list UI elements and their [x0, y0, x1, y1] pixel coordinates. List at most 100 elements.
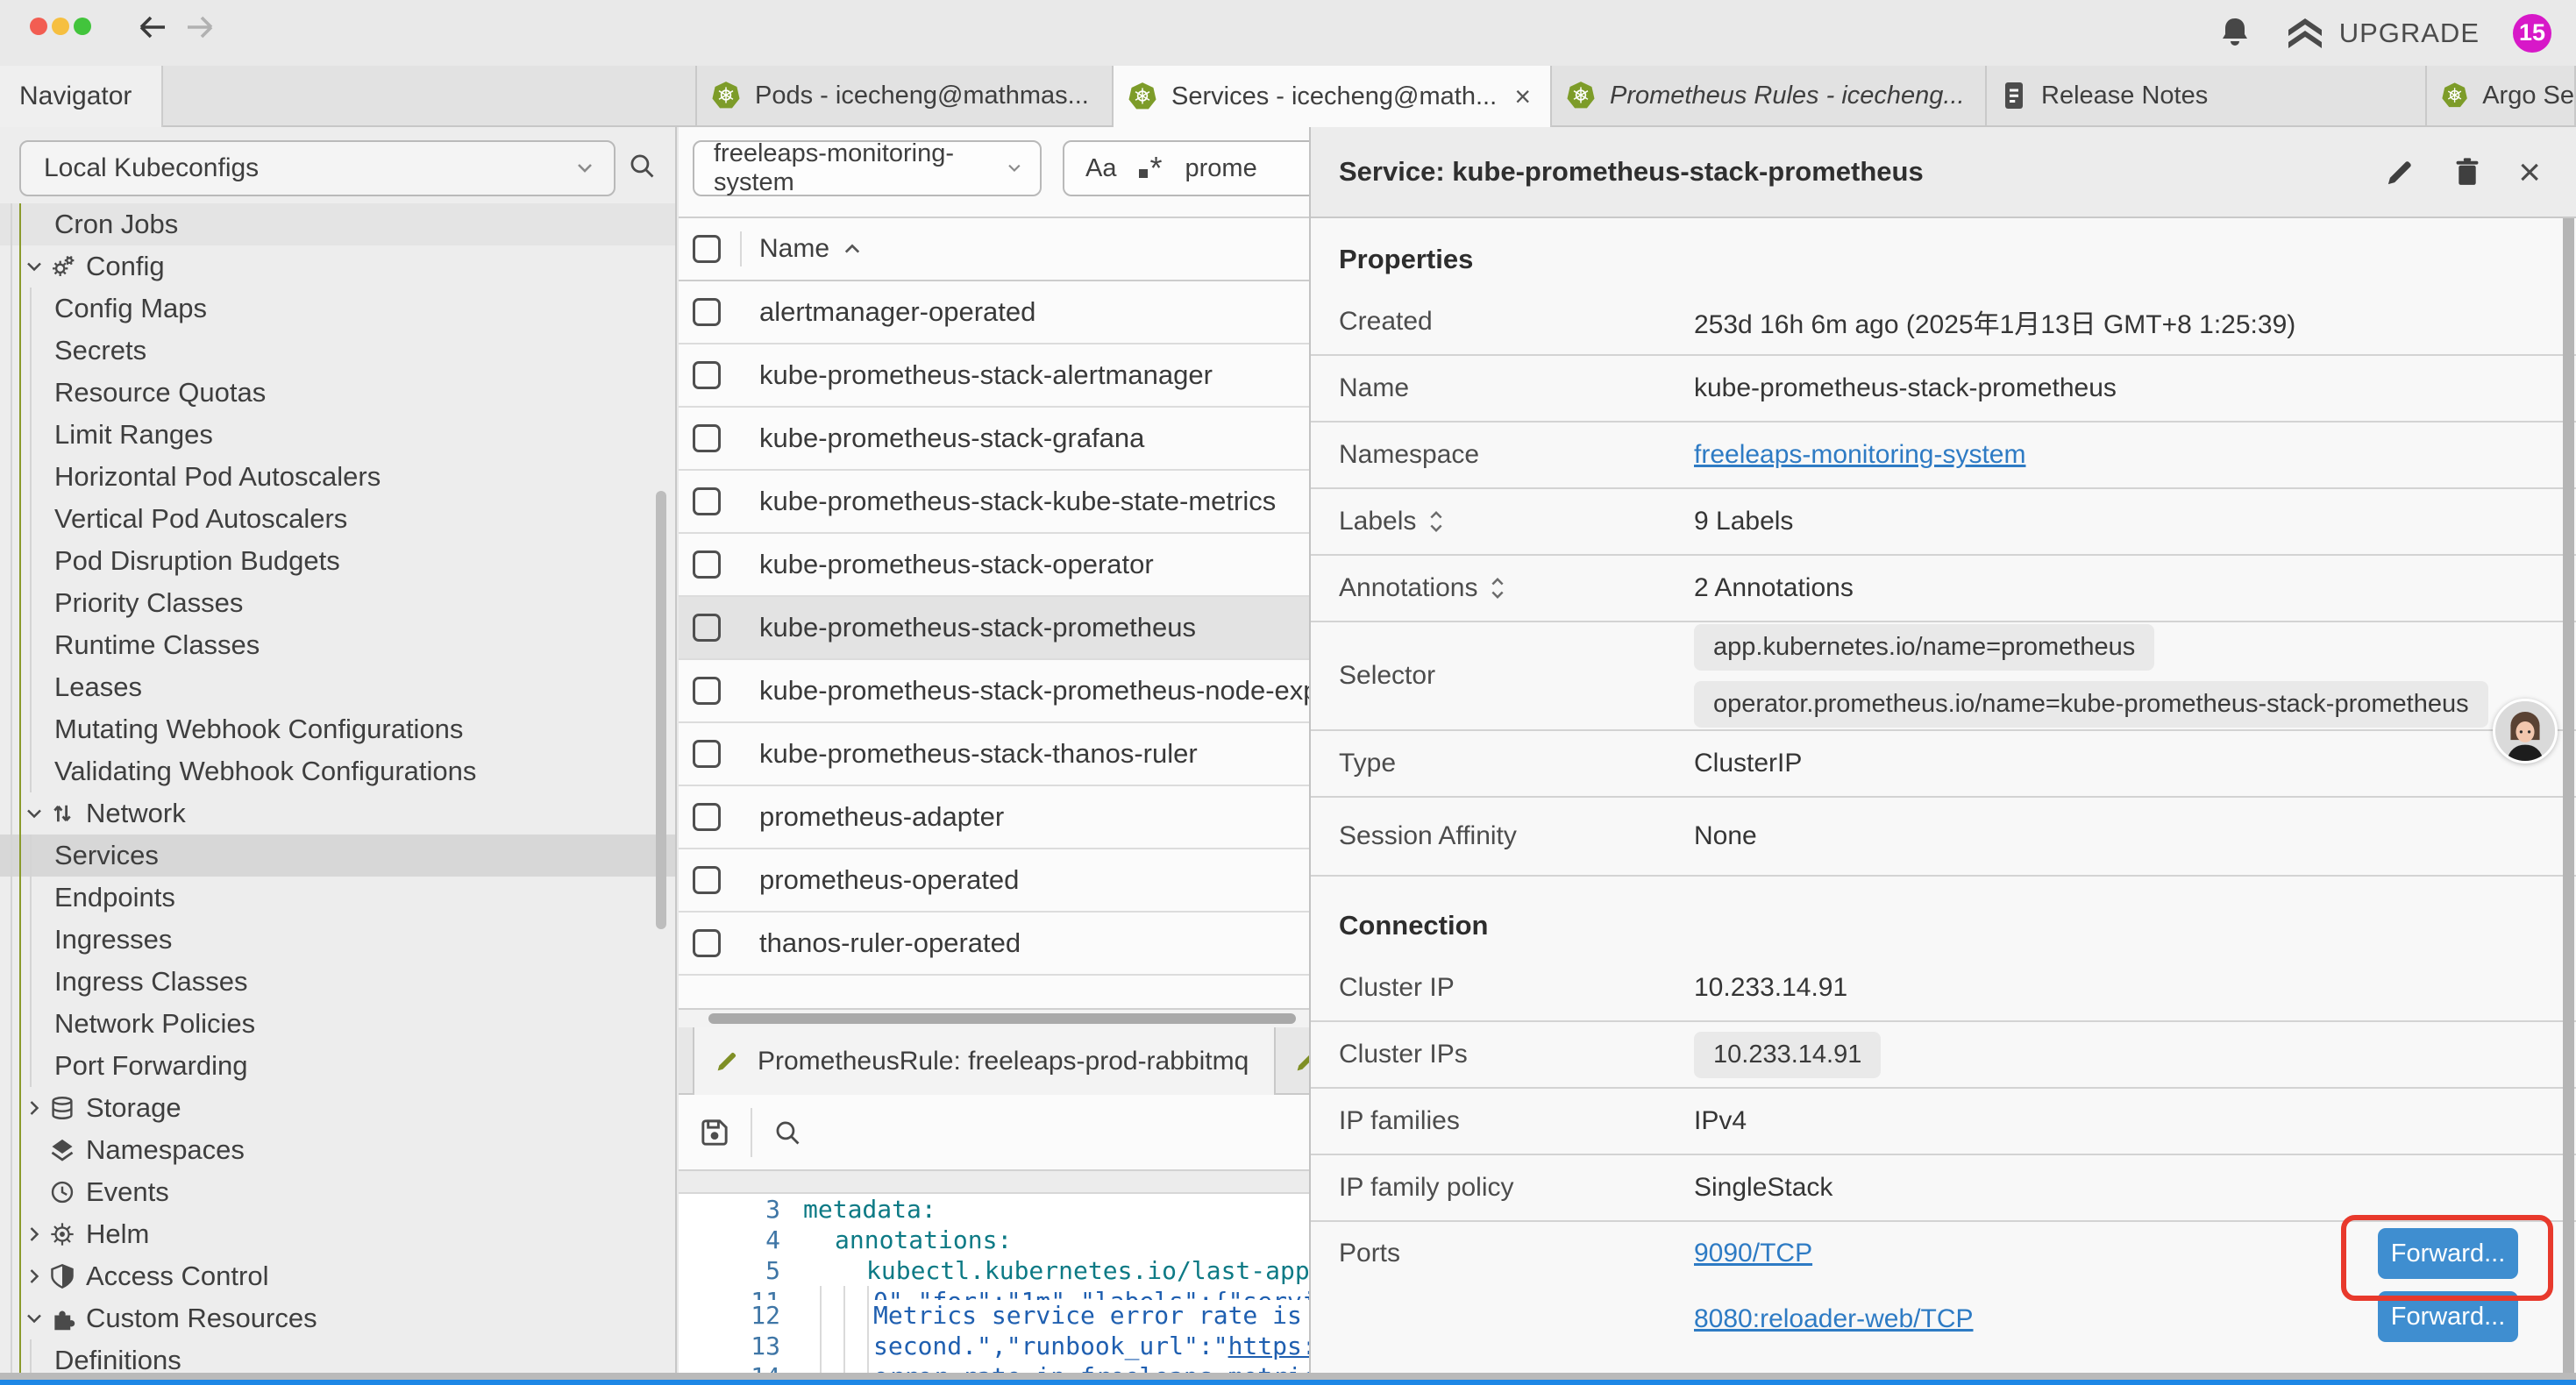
table-row-kube-prometheus-stack-alertmanager[interactable]: kube-prometheus-stack-alertmanager	[679, 344, 1309, 408]
close-tab-icon[interactable]: ×	[1514, 82, 1531, 110]
sidebar-item-config-maps[interactable]: Config Maps	[0, 288, 677, 330]
table-row-kube-prometheus-stack-prometheus[interactable]: kube-prometheus-stack-prometheus	[679, 597, 1309, 660]
editor-search-icon[interactable]	[772, 1117, 803, 1148]
sidebar-item-validating-webhook-configurations[interactable]: Validating Webhook Configurations	[0, 750, 677, 792]
tree-chevron[interactable]	[23, 1265, 49, 1288]
panel-scrollbar[interactable]	[2563, 218, 2574, 1376]
window-close-traffic-light[interactable]	[30, 18, 47, 35]
sidebar-item-limit-ranges[interactable]: Limit Ranges	[0, 414, 677, 456]
window-zoom-traffic-light[interactable]	[74, 18, 91, 35]
upgrade-button[interactable]: UPGRADE	[2285, 16, 2480, 51]
sidebar-item-mutating-webhook-configurations[interactable]: Mutating Webhook Configurations	[0, 708, 677, 750]
tab-prometheus-rules-icecheng[interactable]: Prometheus Rules - icecheng...	[1552, 66, 1987, 125]
editor-line-13[interactable]: 13second.","runbook_url":"https://net	[679, 1331, 1309, 1361]
row-checkbox[interactable]	[693, 740, 721, 768]
tree-chevron[interactable]	[23, 1097, 49, 1119]
sidebar-item-namespaces[interactable]: Namespaces	[0, 1129, 677, 1171]
sidebar-item-endpoints[interactable]: Endpoints	[0, 877, 677, 919]
table-row-thanos-ruler-operated[interactable]: thanos-ruler-operated	[679, 913, 1309, 976]
save-icon[interactable]	[698, 1116, 731, 1149]
sidebar-scrollbar[interactable]	[656, 491, 666, 929]
table-row-kube-prometheus-stack-kube-state-metrics[interactable]: kube-prometheus-stack-kube-state-metrics	[679, 471, 1309, 534]
editor-line-3[interactable]: 3metadata:	[679, 1194, 1309, 1225]
tree-chevron[interactable]	[23, 1307, 49, 1330]
tree-chevron[interactable]	[23, 1223, 49, 1246]
sidebar-item-runtime-classes[interactable]: Runtime Classes	[0, 624, 677, 666]
sidebar-item-priority-classes[interactable]: Priority Classes	[0, 582, 677, 624]
sidebar-item-cron-jobs[interactable]: Cron Jobs	[0, 203, 677, 245]
tab-release-notes[interactable]: Release Notes	[1987, 66, 2427, 125]
forward-button[interactable]: Forward...	[2378, 1291, 2518, 1342]
expand-collapse-icon[interactable]	[1427, 507, 1446, 536]
sidebar-item-port-forwarding[interactable]: Port Forwarding	[0, 1045, 677, 1087]
table-row-kube-prometheus-stack-grafana[interactable]: kube-prometheus-stack-grafana	[679, 408, 1309, 471]
notifications-bell-icon[interactable]	[2218, 15, 2252, 52]
edit-pencil-icon[interactable]	[2383, 156, 2416, 189]
user-avatar[interactable]	[2493, 699, 2558, 764]
kubeconfig-selector[interactable]: Local Kubeconfigs	[19, 140, 616, 196]
name-column-header[interactable]: Name	[759, 234, 829, 264]
forward-button-highlighted[interactable]: Forward...	[2378, 1228, 2518, 1279]
row-checkbox[interactable]	[693, 866, 721, 894]
editor-line-12[interactable]: 12Metrics service error rate is {{ $va	[679, 1300, 1309, 1331]
tab-pods-icecheng-mathmas[interactable]: Pods - icecheng@mathmas...	[695, 66, 1114, 125]
horizontal-scrollbar-thumb[interactable]	[708, 1013, 1296, 1024]
expand-collapse-icon[interactable]	[1488, 573, 1507, 603]
forward-arrow-icon[interactable]	[182, 10, 219, 45]
sidebar-item-storage[interactable]: Storage	[0, 1087, 677, 1129]
port-link[interactable]: 8080:reloader-web/TCP	[1694, 1304, 1974, 1334]
table-row-kube-prometheus-stack-prometheus-node-expor[interactable]: kube-prometheus-stack-prometheus-node-ex…	[679, 660, 1309, 723]
sidebar-item-leases[interactable]: Leases	[0, 666, 677, 708]
select-all-checkbox[interactable]	[693, 235, 721, 263]
horizontal-scrollbar[interactable]	[679, 1008, 1309, 1027]
sidebar-item-network-policies[interactable]: Network Policies	[0, 1003, 677, 1045]
tree-chevron[interactable]	[23, 255, 49, 278]
sidebar-item-events[interactable]: Events	[0, 1171, 677, 1213]
sidebar-item-ingress-classes[interactable]: Ingress Classes	[0, 961, 677, 1003]
table-row-prometheus-adapter[interactable]: prometheus-adapter	[679, 786, 1309, 849]
port-link[interactable]: 9090/TCP	[1694, 1239, 1812, 1268]
regex-toggle[interactable]: *	[1139, 150, 1162, 187]
row-checkbox[interactable]	[693, 487, 721, 515]
sidebar-item-ingresses[interactable]: Ingresses	[0, 919, 677, 961]
table-header[interactable]: Name	[679, 218, 1309, 281]
tab-navigator[interactable]: Navigator	[0, 66, 163, 127]
namespace-selector[interactable]: freeleaps-monitoring-system	[693, 140, 1042, 196]
notification-count-badge[interactable]: 15	[2513, 14, 2551, 53]
row-checkbox[interactable]	[693, 424, 721, 452]
window-minimize-traffic-light[interactable]	[52, 18, 69, 35]
row-checkbox[interactable]	[693, 803, 721, 831]
sidebar-item-horizontal-pod-autoscalers[interactable]: Horizontal Pod Autoscalers	[0, 456, 677, 498]
search-input[interactable]: Aa * prome	[1063, 140, 1309, 196]
row-checkbox[interactable]	[693, 614, 721, 642]
sidebar-item-helm[interactable]: Helm	[0, 1213, 677, 1255]
sidebar-item-vertical-pod-autoscalers[interactable]: Vertical Pod Autoscalers	[0, 498, 677, 540]
yaml-editor[interactable]: 3metadata:4annotations:5kubectl.kubernet…	[679, 1194, 1309, 1378]
table-row-prometheus-operated[interactable]: prometheus-operated	[679, 849, 1309, 913]
tab-services-icecheng-math[interactable]: Services - icecheng@math...×	[1114, 66, 1552, 127]
sidebar-item-resource-quotas[interactable]: Resource Quotas	[0, 372, 677, 414]
editor-line-4[interactable]: 4annotations:	[679, 1225, 1309, 1255]
table-row-alertmanager-operated[interactable]: alertmanager-operated	[679, 281, 1309, 344]
match-case-toggle[interactable]: Aa	[1085, 154, 1116, 183]
sidebar-item-services[interactable]: Services	[0, 835, 677, 877]
back-arrow-icon[interactable]	[133, 10, 170, 45]
row-checkbox[interactable]	[693, 298, 721, 326]
table-row-kube-prometheus-stack-thanos-ruler[interactable]: kube-prometheus-stack-thanos-ruler	[679, 723, 1309, 786]
tree-chevron[interactable]	[23, 802, 49, 825]
delete-trash-icon[interactable]	[2451, 155, 2483, 190]
row-checkbox[interactable]	[693, 550, 721, 579]
sidebar-item-config[interactable]: Config	[0, 245, 677, 288]
sidebar-item-network[interactable]: Network	[0, 792, 677, 835]
close-panel-icon[interactable]: ×	[2518, 153, 2541, 192]
sidebar-item-access-control[interactable]: Access Control	[0, 1255, 677, 1297]
table-row-kube-prometheus-stack-operator[interactable]: kube-prometheus-stack-operator	[679, 534, 1309, 597]
sidebar-item-custom-resources[interactable]: Custom Resources	[0, 1297, 677, 1339]
row-checkbox[interactable]	[693, 929, 721, 957]
namespace-link[interactable]: freeleaps-monitoring-system	[1694, 440, 2025, 469]
sidebar-item-pod-disruption-budgets[interactable]: Pod Disruption Budgets	[0, 540, 677, 582]
editor-tab-prometheusrule[interactable]: PrometheusRule: freeleaps-prod-rabbitmq	[693, 1027, 1276, 1095]
editor-line-11[interactable]: 110","for":"1m","labels":{"service":"	[679, 1286, 1309, 1300]
row-checkbox[interactable]	[693, 677, 721, 705]
editor-tab-2[interactable]	[1277, 1027, 1309, 1095]
